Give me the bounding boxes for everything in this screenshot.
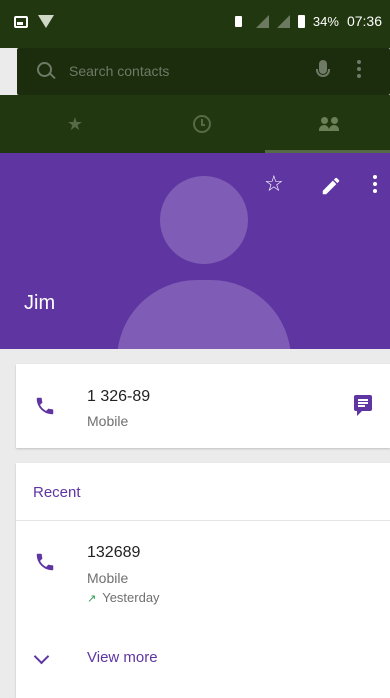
phone-icon (36, 553, 54, 571)
search-input[interactable]: Search contacts (69, 63, 169, 79)
clock-time: 07:36 (346, 13, 382, 29)
signal-2-icon (276, 14, 290, 28)
wifi-icon (38, 15, 54, 28)
clock-icon (193, 115, 211, 133)
view-more-label: View more (87, 649, 158, 666)
call-type: Mobile (87, 570, 129, 586)
call-time: Yesterday (102, 590, 160, 605)
contact-header: ☆ Jim (0, 153, 390, 349)
divider (16, 520, 390, 521)
phone-number: 1 326-89 (87, 388, 151, 405)
outgoing-call-arrow-icon: ↗ (87, 593, 97, 605)
more-options-icon[interactable] (357, 60, 361, 78)
battery-icon (297, 14, 305, 28)
vibrate-icon (230, 15, 248, 27)
battery-percent: 34% (312, 13, 339, 29)
more-options-icon[interactable] (373, 175, 377, 193)
chevron-down-icon (33, 648, 50, 665)
avatar-body (117, 280, 291, 349)
phone-icon (36, 397, 54, 415)
tab-contacts[interactable] (265, 95, 390, 153)
signal-icon (255, 14, 269, 28)
recent-card: Recent 132689 Mobile ↗ Yesterday View mor… (16, 463, 390, 698)
edit-pencil-icon[interactable] (320, 175, 342, 197)
photo-notification-icon (14, 15, 28, 28)
favorite-star-icon[interactable]: ☆ (264, 171, 284, 197)
message-icon[interactable] (354, 395, 372, 416)
microphone-icon[interactable] (316, 60, 330, 77)
status-bar: 34% 07:36 (0, 0, 390, 48)
search-icon (37, 62, 52, 77)
contact-name: Jim (24, 292, 56, 314)
avatar (160, 176, 248, 264)
call-number: 132689 (87, 544, 141, 561)
search-bar[interactable]: Search contacts (17, 48, 390, 95)
phone-type: Mobile (87, 413, 129, 429)
tab-recents[interactable] (137, 95, 267, 153)
star-icon: ★ (66, 113, 84, 134)
phone-card[interactable]: 1 326-89 Mobile (16, 364, 390, 448)
people-icon (319, 117, 341, 131)
call-time-row: ↗ Yesterday (87, 590, 160, 605)
recent-section-title: Recent (33, 484, 81, 501)
tab-favorites[interactable]: ★ (10, 95, 140, 153)
tab-bar: ★ (0, 95, 390, 153)
